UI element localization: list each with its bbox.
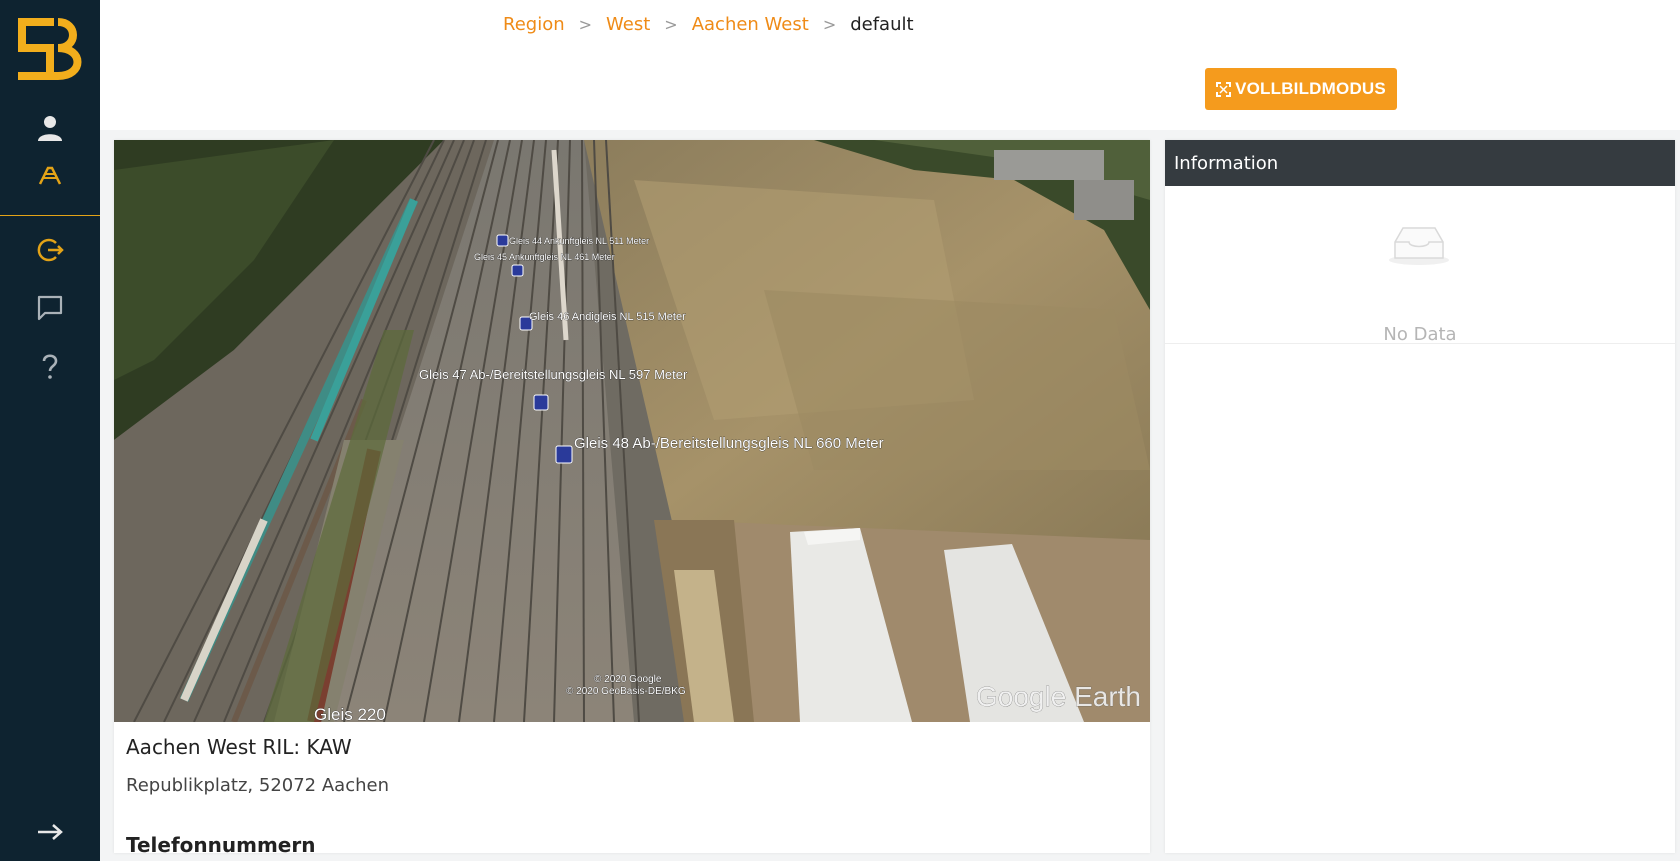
station-title: Aachen West RIL: KAW [126,735,352,759]
station-address: Republikplatz, 52072 Aachen [126,775,389,796]
topbar: Region > West > Aachen West > default VO… [100,0,1680,130]
breadcrumb-item-west[interactable]: West [606,14,650,35]
map-label-gleis-44: Gleis 44 Ankunftgleis NL 511 Meter [509,236,649,246]
breadcrumb-separator: > [578,15,593,34]
information-panel: Information No Data [1165,140,1675,853]
breadcrumb-separator: > [664,15,678,34]
fullscreen-label: VOLLBILDMODUS [1235,79,1386,98]
information-header: Information [1165,140,1675,186]
map-label-gleis-48: Gleis 48 Ab-/Bereitstellungsgleis NL 660… [574,435,884,452]
breadcrumb-separator: > [822,15,837,34]
aerial-map[interactable]: Gleis 44 Ankunftgleis NL 511 Meter Gleis… [114,140,1150,722]
map-copyright-google: © 2020 Google [594,674,662,685]
fullscreen-button[interactable]: VOLLBILDMODUS [1205,68,1397,110]
help-icon[interactable] [34,350,66,382]
brand-logo[interactable] [14,18,86,82]
map-label-gleis-47: Gleis 47 Ab-/Bereitstellungsgleis NL 597… [419,367,688,382]
map-label-gleis-45: Gleis 45 Ankunftgleis NL 461 Meter [474,252,615,262]
logout-icon[interactable] [34,234,66,266]
breadcrumb-current: default [850,14,914,35]
tracks-icon[interactable] [34,160,66,192]
empty-state: No Data [1165,186,1675,345]
chat-icon[interactable] [34,292,66,324]
phone-section-heading: Telefonnummern [126,833,316,853]
sidebar-divider [0,215,100,216]
user-icon[interactable] [34,112,66,144]
empty-text: No Data [1383,324,1457,345]
station-card: Gleis 44 Ankunftgleis NL 511 Meter Gleis… [114,140,1150,853]
expand-arrow-icon[interactable] [34,816,66,848]
breadcrumb-item-aachen-west[interactable]: Aachen West [692,14,809,35]
map-label-gleis-46: Gleis 46 Andigleis NL 515 Meter [529,311,686,323]
breadcrumb-item-region[interactable]: Region [503,14,565,35]
google-earth-watermark: Google Earth [976,681,1141,712]
map-copyright-geobasis: © 2020 GeoBasis-DE/BKG [566,686,686,697]
empty-inbox-icon [1389,227,1449,265]
expand-icon [1216,81,1232,97]
breadcrumb: Region > West > Aachen West > default [503,14,914,35]
sidebar [0,0,100,861]
map-label-gleis-220: Gleis 220 [314,705,386,722]
